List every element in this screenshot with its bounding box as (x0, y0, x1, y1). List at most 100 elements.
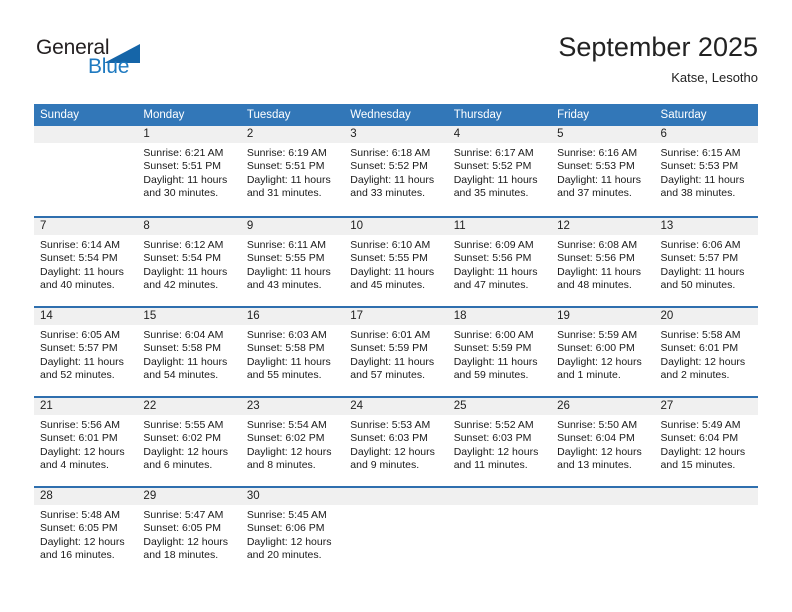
day-detail-line: and 2 minutes. (660, 369, 730, 382)
logo-text-blue: Blue (88, 55, 130, 78)
day-details: Sunrise: 6:01 AM Sunset: 5:59 PM Daylight:… (350, 329, 444, 383)
day-detail-line: Sunrise: 6:09 AM (453, 239, 534, 251)
day-cell-27[interactable]: 27 Sunrise: 5:49 AM Sunset: 6:04 PM Dayligh… (655, 398, 758, 486)
day-detail-line: Daylight: 11 hours (246, 173, 331, 186)
weekday-header-saturday: Saturday (660, 109, 707, 121)
day-detail-line: Sunset: 6:03 PM (453, 432, 532, 445)
day-cell-19[interactable]: 19 Sunrise: 5:59 AM Sunset: 6:00 PM Dayligh… (551, 308, 654, 396)
day-detail-line: and 1 minute. (557, 369, 621, 382)
day-cell-11[interactable]: 11 Sunrise: 6:09 AM Sunset: 5:56 PM Dayligh… (448, 218, 551, 306)
day-detail-line: and 38 minutes. (660, 187, 736, 200)
day-detail-line: and 20 minutes. (246, 549, 322, 562)
day-cell-4[interactable]: 4 Sunrise: 6:17 AM Sunset: 5:52 PM Daylight… (448, 126, 551, 216)
day-cell-7[interactable]: 7 Sunrise: 6:14 AM Sunset: 5:54 PM Daylight… (34, 218, 137, 306)
day-detail-line: Daylight: 12 hours (40, 535, 125, 548)
day-detail-line: Daylight: 11 hours (143, 355, 228, 368)
day-number: 19 (557, 310, 570, 322)
day-detail-line: Daylight: 11 hours (40, 265, 124, 278)
day-detail-line: Sunset: 6:04 PM (660, 432, 739, 445)
day-detail-line: Sunrise: 6:10 AM (350, 239, 431, 251)
day-details: Sunrise: 6:16 AM Sunset: 5:53 PM Daylight:… (557, 147, 651, 201)
day-cell-empty (655, 488, 758, 576)
day-cell-16[interactable]: 16 Sunrise: 6:03 AM Sunset: 5:58 PM Dayligh… (241, 308, 344, 396)
day-cell-29[interactable]: 29 Sunrise: 5:47 AM Sunset: 6:05 PM Dayligh… (137, 488, 240, 576)
day-cell-25[interactable]: 25 Sunrise: 5:52 AM Sunset: 6:03 PM Dayligh… (448, 398, 551, 486)
day-number: 6 (660, 128, 667, 140)
day-detail-line: Sunset: 5:55 PM (350, 252, 428, 265)
day-number: 9 (246, 220, 254, 232)
day-detail-line: Sunrise: 6:12 AM (143, 239, 224, 251)
day-cell-26[interactable]: 26 Sunrise: 5:50 AM Sunset: 6:04 PM Dayligh… (551, 398, 654, 486)
day-cell-14[interactable]: 14 Sunrise: 6:05 AM Sunset: 5:57 PM Dayligh… (34, 308, 137, 396)
day-detail-line: Sunset: 6:02 PM (246, 432, 325, 445)
day-cell-12[interactable]: 12 Sunrise: 6:08 AM Sunset: 5:56 PM Dayligh… (551, 218, 654, 306)
day-details: Sunrise: 5:56 AM Sunset: 6:01 PM Daylight:… (40, 419, 134, 473)
day-cell-15[interactable]: 15 Sunrise: 6:04 AM Sunset: 5:58 PM Dayligh… (137, 308, 240, 396)
day-number: 21 (40, 400, 53, 412)
day-cell-17[interactable]: 17 Sunrise: 6:01 AM Sunset: 5:59 PM Dayligh… (344, 308, 447, 396)
day-cell-3[interactable]: 3 Sunrise: 6:18 AM Sunset: 5:52 PM Daylight… (344, 126, 447, 216)
day-number: 5 (557, 128, 564, 140)
day-details: Sunrise: 6:21 AM Sunset: 5:51 PM Daylight:… (143, 147, 237, 201)
day-cell-6[interactable]: 6 Sunrise: 6:15 AM Sunset: 5:53 PM Daylight… (655, 126, 758, 216)
day-detail-line: and 18 minutes. (143, 549, 219, 562)
day-detail-line: Daylight: 11 hours (453, 355, 538, 368)
day-detail-line: Sunrise: 5:50 AM (557, 419, 638, 431)
day-cell-28[interactable]: 28 Sunrise: 5:48 AM Sunset: 6:05 PM Dayligh… (34, 488, 137, 576)
day-detail-line: Sunrise: 6:00 AM (453, 329, 534, 341)
day-number: 15 (143, 310, 157, 322)
day-detail-line: Daylight: 11 hours (40, 355, 124, 368)
day-detail-line: Sunrise: 5:55 AM (143, 419, 224, 431)
day-detail-line: Sunrise: 6:05 AM (40, 329, 120, 341)
day-cell-23[interactable]: 23 Sunrise: 5:54 AM Sunset: 6:02 PM Dayligh… (241, 398, 344, 486)
day-detail-line: Sunset: 6:05 PM (40, 522, 118, 535)
day-detail-line: Daylight: 11 hours (453, 265, 538, 278)
day-detail-line: Daylight: 11 hours (143, 173, 228, 186)
day-cell-9[interactable]: 9 Sunrise: 6:11 AM Sunset: 5:55 PM Daylight… (241, 218, 344, 306)
day-detail-line: Sunrise: 5:53 AM (350, 419, 431, 431)
day-cell-20[interactable]: 20 Sunrise: 5:58 AM Sunset: 6:01 PM Dayligh… (655, 308, 758, 396)
weekday-header-sunday: Sunday (40, 109, 80, 121)
day-detail-line: Sunrise: 5:45 AM (246, 509, 327, 521)
day-detail-line: Sunrise: 5:47 AM (143, 509, 224, 521)
day-detail-line: Sunset: 5:58 PM (143, 342, 222, 355)
day-cell-empty (34, 126, 137, 216)
day-detail-line: Sunrise: 5:54 AM (246, 419, 327, 431)
day-detail-line: Sunrise: 6:14 AM (40, 239, 120, 251)
day-cell-21[interactable]: 21 Sunrise: 5:56 AM Sunset: 6:01 PM Dayligh… (34, 398, 137, 486)
day-detail-line: Sunrise: 6:04 AM (143, 329, 224, 341)
day-number: 20 (660, 310, 674, 322)
day-number: 17 (350, 310, 364, 322)
day-cell-18[interactable]: 18 Sunrise: 6:00 AM Sunset: 5:59 PM Dayligh… (448, 308, 551, 396)
day-details: Sunrise: 6:14 AM Sunset: 5:54 PM Daylight:… (40, 239, 134, 293)
day-cell-5[interactable]: 5 Sunrise: 6:16 AM Sunset: 5:53 PM Daylight… (551, 126, 654, 216)
calendar-week-row: 1 Sunrise: 6:21 AM Sunset: 5:51 PM Daylight… (34, 126, 758, 216)
day-details: Sunrise: 6:00 AM Sunset: 5:59 PM Daylight:… (454, 329, 548, 383)
week-cells: 28 Sunrise: 5:48 AM Sunset: 6:05 PM Dayligh… (34, 488, 758, 576)
day-detail-line: and 54 minutes. (143, 369, 219, 382)
day-details: Sunrise: 6:05 AM Sunset: 5:57 PM Daylight:… (40, 329, 134, 383)
day-details: Sunrise: 6:06 AM Sunset: 5:57 PM Daylight:… (661, 239, 755, 293)
day-detail-line: and 57 minutes. (350, 369, 425, 382)
day-cell-8[interactable]: 8 Sunrise: 6:12 AM Sunset: 5:54 PM Daylight… (137, 218, 240, 306)
day-cell-13[interactable]: 13 Sunrise: 6:06 AM Sunset: 5:57 PM Dayligh… (655, 218, 758, 306)
day-cell-1[interactable]: 1 Sunrise: 6:21 AM Sunset: 5:51 PM Daylight… (137, 126, 240, 216)
day-cell-22[interactable]: 22 Sunrise: 5:55 AM Sunset: 6:02 PM Dayligh… (137, 398, 240, 486)
day-detail-line: Sunrise: 6:16 AM (557, 147, 638, 159)
day-detail-line: Daylight: 11 hours (246, 265, 331, 278)
day-number: 11 (453, 220, 466, 232)
day-detail-line: and 59 minutes. (453, 369, 529, 382)
day-cell-empty (344, 488, 447, 576)
day-detail-line: and 13 minutes. (557, 459, 632, 472)
day-details: Sunrise: 5:53 AM Sunset: 6:03 PM Daylight:… (350, 419, 444, 473)
day-cell-24[interactable]: 24 Sunrise: 5:53 AM Sunset: 6:03 PM Dayligh… (344, 398, 447, 486)
week-cells: 21 Sunrise: 5:56 AM Sunset: 6:01 PM Dayligh… (34, 398, 758, 486)
day-cell-10[interactable]: 10 Sunrise: 6:10 AM Sunset: 5:55 PM Dayligh… (344, 218, 447, 306)
day-cell-2[interactable]: 2 Sunrise: 6:19 AM Sunset: 5:51 PM Daylight… (241, 126, 344, 216)
day-cell-30[interactable]: 30 Sunrise: 5:45 AM Sunset: 6:06 PM Dayligh… (241, 488, 344, 576)
general-blue-logo[interactable]: General Blue (36, 36, 166, 84)
day-number: 13 (660, 220, 674, 232)
day-detail-line: and 43 minutes. (246, 279, 322, 292)
day-detail-line: Daylight: 12 hours (660, 445, 746, 458)
day-detail-line: and 47 minutes. (453, 279, 529, 292)
